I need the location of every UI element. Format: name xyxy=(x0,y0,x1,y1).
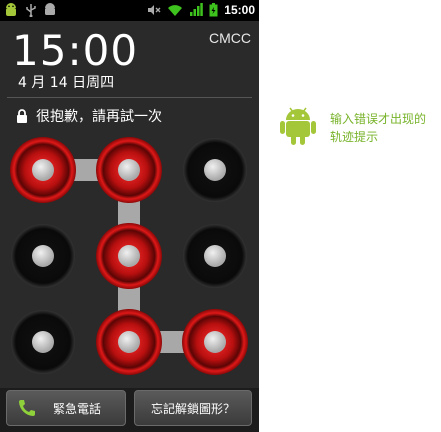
annotation-panel xyxy=(262,0,441,432)
pattern-dot-1[interactable] xyxy=(10,137,76,203)
emergency-call-label: 緊急電話 xyxy=(52,401,101,416)
lock-icon xyxy=(17,109,27,123)
pattern-dot-8[interactable] xyxy=(96,309,162,375)
signal-icon xyxy=(190,3,204,16)
carrier-label: CMCC xyxy=(209,30,251,46)
usb-icon xyxy=(26,4,36,17)
divider xyxy=(7,97,252,98)
pattern-dot-7[interactable] xyxy=(11,310,75,374)
mute-icon xyxy=(148,5,161,15)
android-debug-icon xyxy=(45,3,55,15)
emergency-call-button[interactable]: 緊急電話 xyxy=(6,390,126,426)
android-notification-icon xyxy=(6,3,16,16)
error-message: 很抱歉，請再試一次 xyxy=(16,106,162,126)
android-robot-icon xyxy=(280,107,316,145)
clock: 15:00 xyxy=(12,26,139,75)
status-time: 15:00 xyxy=(224,3,255,17)
pattern-dot-6[interactable] xyxy=(183,224,247,288)
forgot-pattern-label: 忘記解鎖圖形？ xyxy=(150,401,235,416)
annotation-text: 输入错误才出现的轨迹提示 xyxy=(330,112,427,144)
pattern-dot-3[interactable] xyxy=(183,138,247,202)
pattern-grid[interactable] xyxy=(0,128,259,388)
pattern-dot-2[interactable] xyxy=(96,137,162,203)
error-message-text: 很抱歉，請再試一次 xyxy=(36,109,162,125)
wifi-icon xyxy=(168,5,183,16)
pattern-dot-5[interactable] xyxy=(96,223,162,289)
battery-icon xyxy=(209,3,218,17)
status-bar: 15:00 xyxy=(0,0,259,21)
phone-icon xyxy=(19,400,35,416)
bottom-bar: 緊急電話 忘記解鎖圖形？ xyxy=(0,388,259,432)
date-label: 4 月 14 日周四 xyxy=(18,75,115,91)
forgot-pattern-button[interactable]: 忘記解鎖圖形？ xyxy=(134,390,252,426)
pattern-dot-9[interactable] xyxy=(182,309,248,375)
lockscreen: 15:00 15:00 CMCC 4 月 14 日周四 很抱歉，請再試一次 緊急… xyxy=(0,0,259,432)
pattern-dot-4[interactable] xyxy=(11,224,75,288)
